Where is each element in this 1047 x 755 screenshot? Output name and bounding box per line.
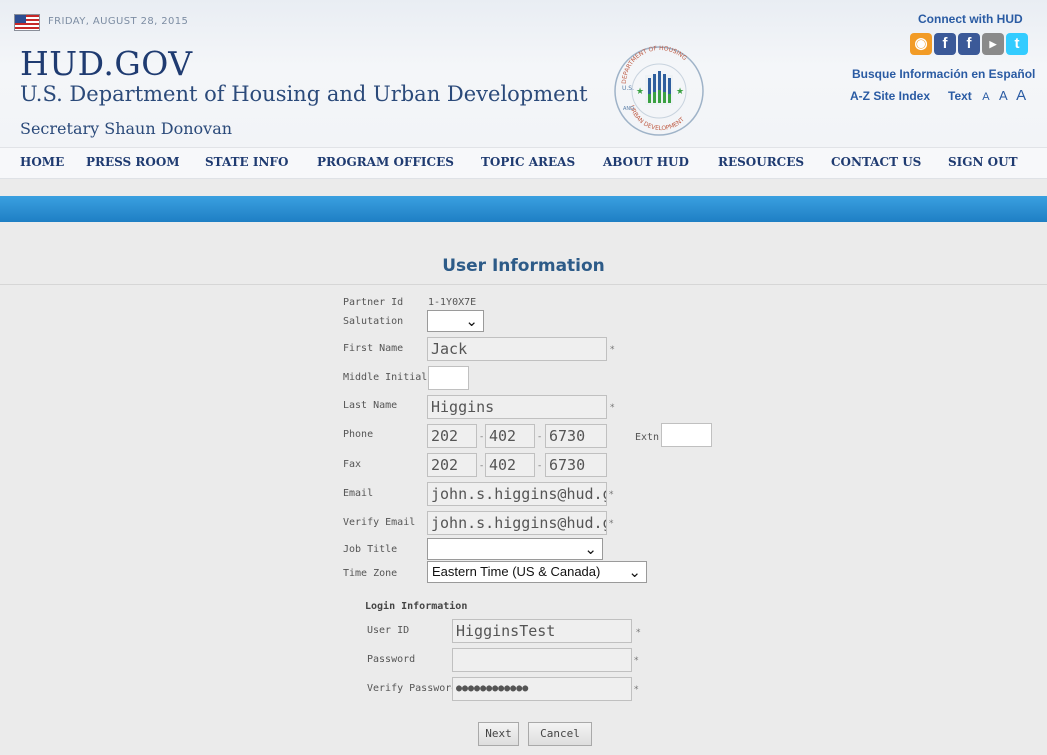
verify-password-input[interactable]: ●●●●●●●●●●●●: [452, 677, 632, 701]
middle-initial-input[interactable]: [428, 366, 469, 390]
fax-area-code-input[interactable]: 202: [427, 453, 477, 477]
user-id-input[interactable]: HigginsTest: [452, 619, 632, 643]
partner-id-label: Partner Id: [343, 297, 404, 308]
chevron-down-icon: ⌄: [628, 563, 641, 581]
connect-with-hud-label: Connect with HUD: [918, 12, 1023, 26]
required-marker: *: [609, 519, 614, 529]
secretary-name: Secretary Shaun Donovan: [20, 119, 233, 138]
facebook-icon[interactable]: f: [958, 33, 980, 55]
user-id-label: User ID: [367, 625, 410, 636]
current-date: FRIDAY, AUGUST 28, 2015: [48, 16, 189, 27]
password-label: Password: [367, 654, 416, 665]
email-input[interactable]: john.s.higgins@hud.gov: [427, 482, 607, 506]
required-marker: *: [610, 403, 615, 413]
text-size-medium[interactable]: A: [999, 88, 1008, 103]
partner-id-value: 1-1Y0X7E: [428, 297, 477, 308]
salutation-select[interactable]: ⌄: [427, 310, 484, 332]
text-size-small[interactable]: A: [982, 91, 989, 103]
required-marker: *: [634, 656, 639, 666]
required-marker: *: [634, 685, 639, 695]
fax-separator: -: [538, 461, 542, 471]
site-title[interactable]: HUD.GOV: [20, 44, 193, 83]
verify-email-input[interactable]: john.s.higgins@hud.gov: [427, 511, 607, 535]
page-title: User Information: [442, 256, 605, 276]
salutation-label: Salutation: [343, 316, 404, 327]
text-size-label: Text: [948, 89, 972, 103]
chevron-down-icon: ⌄: [584, 540, 597, 558]
youtube-icon[interactable]: ▶: [982, 33, 1004, 55]
required-marker: *: [609, 490, 614, 500]
main-navigation: HOME PRESS ROOM STATE INFO PROGRAM OFFIC…: [0, 147, 1047, 179]
az-site-index-link[interactable]: A-Z Site Index: [850, 89, 930, 103]
extension-label: Extn: [635, 432, 660, 443]
svg-text:U.S.: U.S.: [622, 85, 634, 92]
last-name-input[interactable]: Higgins: [427, 395, 607, 419]
verify-email-label: Verify Email: [343, 517, 416, 528]
last-name-label: Last Name: [343, 400, 398, 411]
next-button[interactable]: Next: [478, 722, 519, 746]
department-name: U.S. Department of Housing and Urban Dev…: [20, 82, 588, 106]
nav-press-room[interactable]: PRESS ROOM: [86, 155, 180, 169]
phone-label: Phone: [343, 429, 374, 440]
nav-contact-us[interactable]: CONTACT US: [831, 155, 921, 169]
us-flag-icon: [14, 14, 40, 31]
svg-text:AND: AND: [623, 106, 634, 112]
verify-password-label: Verify Password: [367, 683, 458, 694]
time-zone-label: Time Zone: [343, 568, 398, 579]
phone-prefix-input[interactable]: 402: [485, 424, 535, 448]
header-blue-band: [0, 196, 1047, 222]
fax-prefix-input[interactable]: 402: [485, 453, 535, 477]
chevron-down-icon: ⌄: [465, 312, 478, 330]
rss-icon[interactable]: ◉: [910, 33, 932, 55]
nav-program-offices[interactable]: PROGRAM OFFICES: [317, 155, 454, 169]
nav-topic-areas[interactable]: TOPIC AREAS: [481, 155, 575, 169]
time-zone-selected-value: Eastern Time (US & Canada): [432, 564, 601, 579]
nav-resources[interactable]: RESOURCES: [718, 155, 804, 169]
twitter-icon[interactable]: t: [1006, 33, 1028, 55]
required-marker: *: [636, 628, 641, 638]
first-name-input[interactable]: Jack: [427, 337, 607, 361]
spanish-info-link[interactable]: Busque Información en Español: [852, 67, 1035, 81]
time-zone-select[interactable]: Eastern Time (US & Canada) ⌄: [427, 561, 647, 583]
svg-text:★: ★: [636, 87, 644, 97]
text-size-controls: Text A A A: [948, 87, 1026, 105]
nav-state-info[interactable]: STATE INFO: [205, 155, 288, 169]
text-size-large[interactable]: A: [1016, 87, 1026, 104]
login-information-heading: Login Information: [365, 601, 468, 612]
phone-separator: -: [480, 432, 484, 442]
facebook-icon[interactable]: f: [934, 33, 956, 55]
extension-input[interactable]: [661, 423, 712, 447]
job-title-label: Job Title: [343, 544, 398, 555]
svg-text:★: ★: [676, 87, 684, 97]
nav-about-hud[interactable]: ABOUT HUD: [603, 155, 689, 169]
email-label: Email: [343, 488, 374, 499]
nav-sign-out[interactable]: SIGN OUT: [948, 155, 1018, 169]
nav-home[interactable]: HOME: [20, 155, 64, 169]
fax-label: Fax: [343, 459, 362, 470]
fax-line-input[interactable]: 6730: [545, 453, 607, 477]
middle-initial-label: Middle Initial: [343, 372, 428, 383]
hud-seal-logo: ★ ★ DEPARTMENT OF HOUSING URBAN DEVELOPM…: [614, 45, 704, 136]
first-name-label: First Name: [343, 343, 404, 354]
fax-separator: -: [480, 461, 484, 471]
phone-line-input[interactable]: 6730: [545, 424, 607, 448]
phone-area-code-input[interactable]: 202: [427, 424, 477, 448]
phone-separator: -: [538, 432, 542, 442]
password-input[interactable]: [452, 648, 632, 672]
cancel-button[interactable]: Cancel: [528, 722, 592, 746]
divider: [0, 284, 1047, 285]
job-title-select[interactable]: ⌄: [427, 538, 603, 560]
required-marker: *: [610, 345, 615, 355]
site-header: FRIDAY, AUGUST 28, 2015 HUD.GOV U.S. Dep…: [0, 0, 1047, 147]
